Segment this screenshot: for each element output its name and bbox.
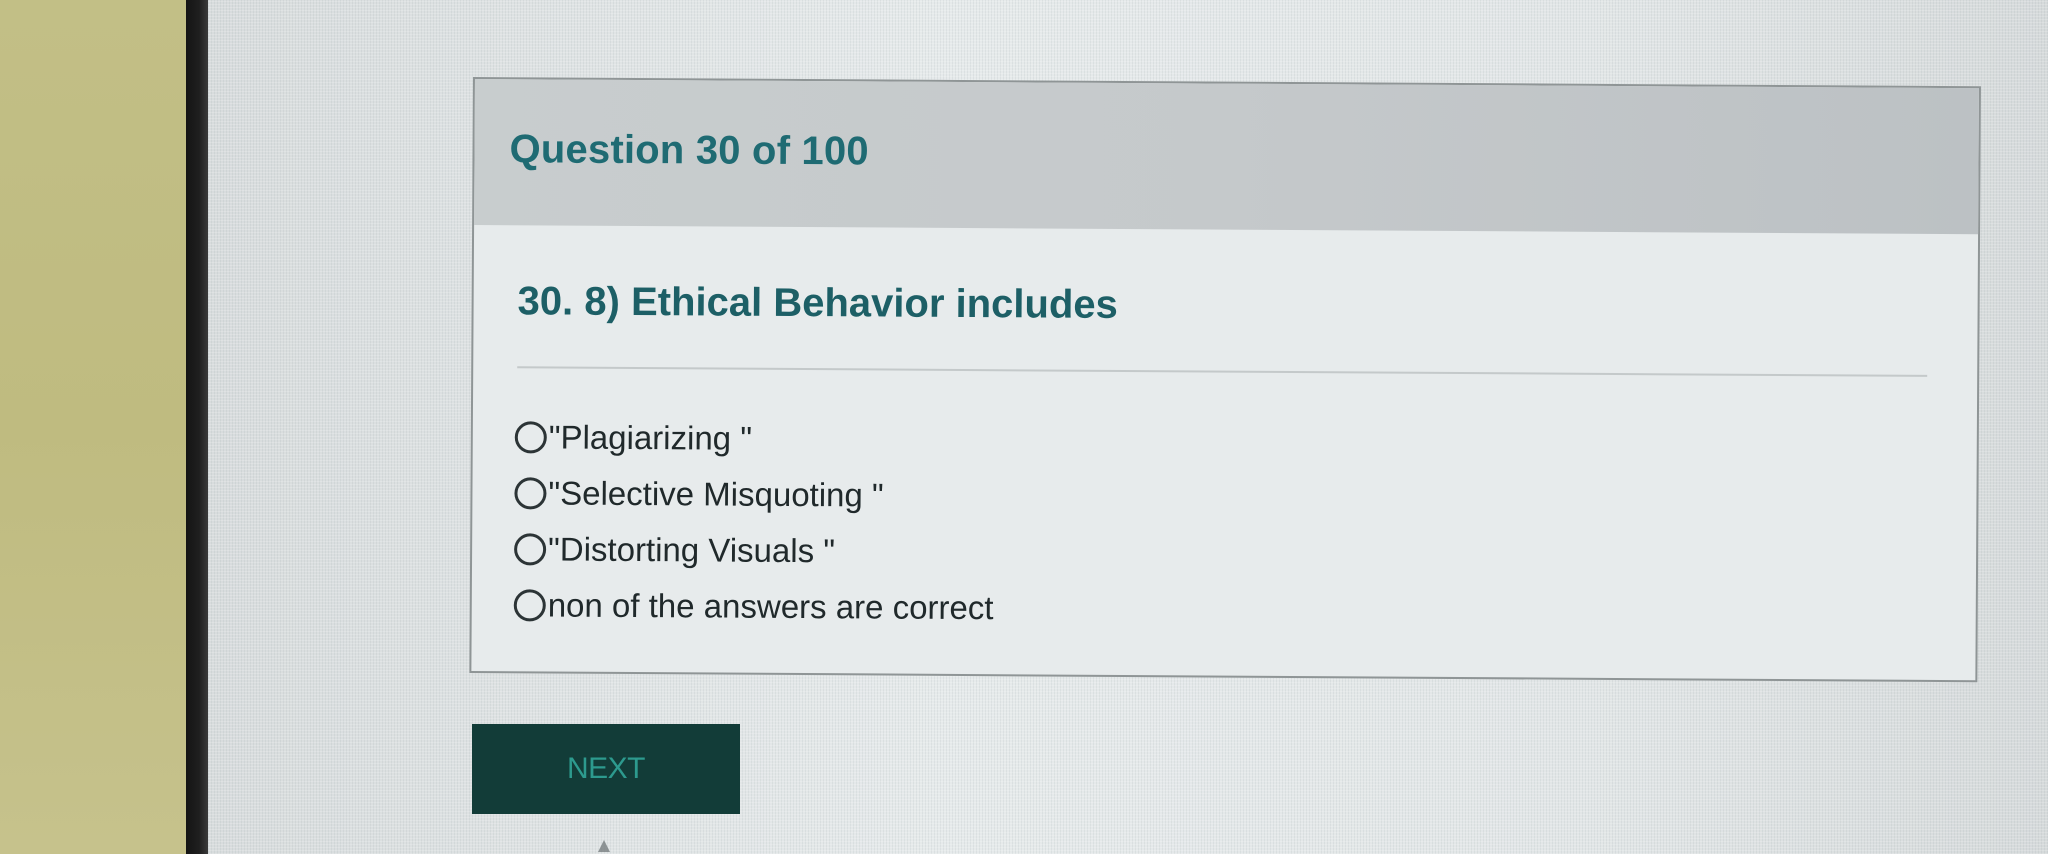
answer-option-2[interactable]: "Selective Misquoting " xyxy=(514,465,994,523)
radio-button-icon[interactable] xyxy=(514,476,547,509)
monitor-bezel xyxy=(186,0,208,854)
question-progress-title: Question 30 of 100 xyxy=(509,127,869,174)
question-text: 30. 8) Ethical Behavior includes xyxy=(517,279,1118,327)
radio-button-icon[interactable] xyxy=(513,588,546,621)
next-button[interactable]: NEXT xyxy=(472,724,740,814)
answer-option-label[interactable]: "Selective Misquoting " xyxy=(548,474,883,514)
divider xyxy=(517,366,1928,377)
question-card: Question 30 of 100 30. 8) Ethical Behavi… xyxy=(469,77,1981,683)
answer-option-3[interactable]: "Distorting Visuals " xyxy=(514,521,994,579)
answer-option-label[interactable]: "Plagiarizing " xyxy=(549,418,752,457)
question-header: Question 30 of 100 xyxy=(474,79,1979,235)
radio-button-icon[interactable] xyxy=(514,420,547,453)
radio-button-icon[interactable] xyxy=(514,532,547,565)
background-wall xyxy=(0,0,186,854)
answer-option-4[interactable]: non of the answers are correct xyxy=(513,577,994,635)
answer-option-label[interactable]: "Distorting Visuals " xyxy=(548,530,835,570)
answer-option-label[interactable]: non of the answers are correct xyxy=(548,586,994,627)
answer-options: "Plagiarizing " "Selective Misquoting " … xyxy=(513,409,995,636)
mouse-cursor-icon xyxy=(598,840,610,852)
answer-option-1[interactable]: "Plagiarizing " xyxy=(514,409,995,467)
